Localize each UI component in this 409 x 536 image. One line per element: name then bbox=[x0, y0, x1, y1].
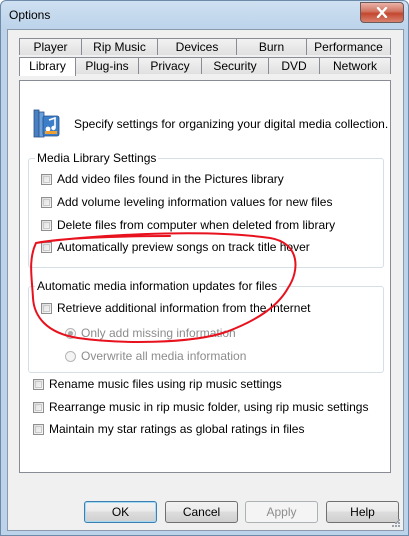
option-rearrange-music[interactable]: Rearrange music in rip music folder, usi… bbox=[33, 400, 368, 414]
tab-library[interactable]: Library bbox=[19, 57, 76, 76]
checkbox-label: Delete files from computer when deleted … bbox=[57, 218, 336, 232]
resize-grip-icon[interactable] bbox=[391, 518, 401, 528]
intro-text: Specify settings for organizing your dig… bbox=[74, 117, 389, 131]
checkbox-label: Add video files found in the Pictures li… bbox=[57, 172, 284, 186]
options-dialog: Options Player Rip Music Devices Burn Pe… bbox=[0, 0, 409, 536]
tab-row-top: Player Rip Music Devices Burn Performanc… bbox=[19, 38, 391, 55]
option-rename-music-files[interactable]: Rename music files using rip music setti… bbox=[33, 377, 282, 391]
cancel-button[interactable]: Cancel bbox=[165, 501, 238, 523]
tab-performance[interactable]: Performance bbox=[306, 38, 391, 55]
radio-label: Only add missing information bbox=[81, 326, 236, 340]
tab-row-bottom: Library Plug-ins Privacy Security DVD Ne… bbox=[19, 57, 391, 76]
media-library-settings-group: Media Library Settings Add video files f… bbox=[28, 151, 384, 268]
tab-network[interactable]: Network bbox=[319, 57, 391, 74]
radio-only-add-missing[interactable]: Only add missing information bbox=[65, 326, 236, 340]
auto-media-updates-group: Automatic media information updates for … bbox=[28, 279, 384, 373]
checkbox[interactable] bbox=[33, 378, 44, 390]
tab-rip-music[interactable]: Rip Music bbox=[81, 38, 158, 55]
window-title: Options bbox=[9, 8, 51, 22]
option-maintain-star-ratings[interactable]: Maintain my star ratings as global ratin… bbox=[33, 422, 304, 436]
option-retrieve-info[interactable]: Retrieve additional information from the… bbox=[41, 301, 310, 315]
option-add-volume-leveling[interactable]: Add volume leveling information values f… bbox=[41, 195, 332, 209]
title-bar[interactable]: Options bbox=[1, 1, 408, 29]
option-delete-files[interactable]: Delete files from computer when deleted … bbox=[41, 218, 335, 232]
option-add-video-files[interactable]: Add video files found in the Pictures li… bbox=[41, 172, 284, 186]
checkbox[interactable] bbox=[41, 241, 52, 253]
help-button[interactable]: Help bbox=[326, 501, 399, 523]
close-button[interactable] bbox=[360, 2, 404, 23]
checkbox[interactable] bbox=[41, 196, 52, 208]
checkbox[interactable] bbox=[41, 219, 52, 231]
dialog-client-area: Player Rip Music Devices Burn Performanc… bbox=[7, 29, 404, 531]
tab-devices[interactable]: Devices bbox=[157, 38, 237, 55]
media-library-icon bbox=[33, 109, 60, 138]
tab-dvd[interactable]: DVD bbox=[268, 57, 320, 74]
checkbox[interactable] bbox=[33, 423, 44, 435]
media-library-settings-legend: Media Library Settings bbox=[35, 151, 159, 165]
library-tab-panel: Specify settings for organizing your dig… bbox=[19, 80, 391, 473]
radio-label: Overwrite all media information bbox=[81, 349, 247, 363]
checkbox-label: Add volume leveling information values f… bbox=[57, 195, 333, 209]
checkbox-label: Rearrange music in rip music folder, usi… bbox=[49, 400, 369, 414]
checkbox[interactable] bbox=[33, 401, 44, 413]
option-auto-preview[interactable]: Automatically preview songs on track tit… bbox=[41, 240, 310, 254]
tab-player[interactable]: Player bbox=[19, 38, 82, 55]
checkbox[interactable] bbox=[41, 173, 52, 185]
radio-button[interactable] bbox=[65, 327, 76, 339]
auto-media-updates-legend: Automatic media information updates for … bbox=[35, 279, 280, 293]
tab-security[interactable]: Security bbox=[201, 57, 269, 74]
ok-button[interactable]: OK bbox=[84, 501, 157, 523]
radio-overwrite-all[interactable]: Overwrite all media information bbox=[65, 349, 246, 363]
tab-privacy[interactable]: Privacy bbox=[138, 57, 202, 74]
radio-button[interactable] bbox=[65, 350, 76, 362]
checkbox-label: Maintain my star ratings as global ratin… bbox=[49, 422, 305, 436]
tab-plug-ins[interactable]: Plug-ins bbox=[75, 57, 139, 74]
tab-burn[interactable]: Burn bbox=[236, 38, 307, 55]
close-icon bbox=[376, 7, 388, 18]
checkbox[interactable] bbox=[41, 302, 52, 314]
apply-button[interactable]: Apply bbox=[245, 501, 318, 523]
checkbox-label: Automatically preview songs on track tit… bbox=[57, 240, 310, 254]
checkbox-label: Rename music files using rip music setti… bbox=[49, 377, 282, 391]
checkbox-label: Retrieve additional information from the… bbox=[57, 301, 311, 315]
